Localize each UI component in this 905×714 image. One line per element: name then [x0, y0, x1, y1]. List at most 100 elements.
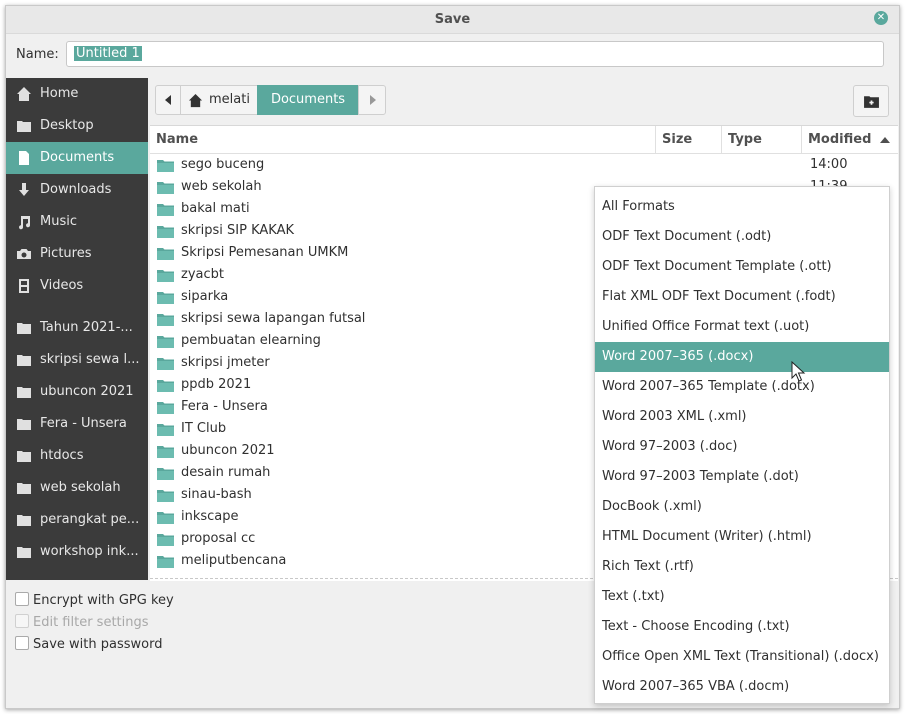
encrypt-gpg-checkbox[interactable]: Encrypt with GPG key	[15, 591, 174, 611]
folder-icon	[157, 336, 174, 348]
file-type-option[interactable]: Office Open XML Text (Transitional) (.do…	[595, 642, 889, 672]
sidebar-item-desktop[interactable]: Desktop	[6, 110, 148, 142]
window-title: Save	[434, 12, 471, 27]
file-type-option[interactable]: Unified Office Format text (.uot)	[595, 312, 889, 342]
file-type-option[interactable]: Rich Text (.rtf)	[595, 552, 889, 582]
sidebar-item-downloads[interactable]: Downloads	[6, 174, 148, 206]
sidebar-item-videos[interactable]: Videos	[6, 270, 148, 302]
file-name: pembuatan elearning	[181, 333, 321, 348]
sidebar-item-label: Downloads	[40, 182, 112, 197]
new-folder-button[interactable]	[853, 85, 889, 117]
folder-icon	[17, 323, 31, 334]
file-name: ubuncon 2021	[181, 443, 275, 458]
bookmark-label: skripsi sewa l...	[40, 352, 140, 367]
sidebar-item-label: Videos	[40, 278, 84, 293]
file-type-option[interactable]: Word 2007–365 VBA (.docm)	[595, 672, 889, 702]
bookmark-item[interactable]: ubuncon 2021	[6, 376, 148, 408]
sort-ascending-icon	[880, 137, 890, 143]
folder-icon	[157, 446, 174, 458]
file-type-option[interactable]: DocBook (.xml)	[595, 492, 889, 522]
bookmark-item[interactable]: workshop ink...	[6, 536, 148, 568]
folder-icon	[157, 292, 174, 304]
path-forward-button[interactable]	[358, 85, 386, 115]
download-icon	[19, 183, 29, 196]
file-type-option[interactable]: Word 97–2003 (.doc)	[595, 432, 889, 462]
filename-value: Untitled 1	[74, 46, 142, 61]
camera-icon	[17, 249, 31, 259]
bookmark-item[interactable]: skripsi sewa l...	[6, 344, 148, 376]
places-sidebar: Home Desktop Documents Downloads Music P…	[6, 78, 148, 580]
edit-filter-checkbox: Edit filter settings	[15, 613, 149, 633]
folder-icon	[157, 270, 174, 282]
file-type-option[interactable]: Text (.txt)	[595, 582, 889, 612]
file-row[interactable]: sego buceng 14:00	[150, 154, 898, 176]
file-name: Skripsi Pemesanan UMKM	[181, 245, 349, 260]
bookmark-item[interactable]: htdocs	[6, 440, 148, 472]
folder-icon	[17, 451, 31, 462]
bookmark-label: htdocs	[40, 448, 84, 463]
column-header-size[interactable]: Size	[656, 126, 722, 154]
file-name: IT Club	[181, 421, 227, 436]
checkbox-label: Encrypt with GPG key	[33, 593, 174, 608]
bookmark-item[interactable]: perangkat pe...	[6, 504, 148, 536]
sidebar-separator	[6, 302, 148, 312]
folder-icon	[157, 182, 174, 194]
file-name: ppdb 2021	[181, 377, 252, 392]
file-name: siparka	[181, 289, 229, 304]
folder-icon	[157, 534, 174, 546]
path-home-button[interactable]: melati	[180, 85, 258, 115]
file-type-option[interactable]: HTML Document (Writer) (.html)	[595, 522, 889, 552]
sidebar-item-documents[interactable]: Documents	[6, 142, 148, 174]
folder-icon	[157, 380, 174, 392]
path-current-button[interactable]: Documents	[257, 85, 359, 115]
sidebar-item-label: Music	[40, 214, 77, 229]
file-type-option[interactable]: Text - Choose Encoding (.txt)	[595, 612, 889, 642]
chevron-right-icon	[370, 95, 376, 105]
file-type-dropdown[interactable]: All Formats ODF Text Document (.odt) ODF T…	[594, 186, 890, 704]
column-header-type[interactable]: Type	[722, 126, 802, 154]
bookmark-item[interactable]: Fera - Unsera	[6, 408, 148, 440]
filename-input[interactable]: Untitled 1	[66, 41, 884, 67]
sidebar-item-music[interactable]: Music	[6, 206, 148, 238]
file-name: proposal cc	[181, 531, 256, 546]
file-name: inkscape	[181, 509, 239, 524]
folder-icon	[157, 160, 174, 172]
sidebar-item-label: Documents	[40, 150, 115, 165]
file-name: bakal mati	[181, 201, 250, 216]
file-name: skripsi SIP KAKAK	[181, 223, 294, 238]
sidebar-item-home[interactable]: Home	[6, 78, 148, 110]
sidebar-item-label: Home	[40, 86, 79, 101]
file-name: meliputbencana	[181, 553, 287, 568]
file-type-option[interactable]: Word 2007–365 Template (.dotx)	[595, 372, 889, 402]
sidebar-item-pictures[interactable]: Pictures	[6, 238, 148, 270]
file-type-option[interactable]: Flat XML ODF Text Document (.fodt)	[595, 282, 889, 312]
column-header-modified[interactable]: Modified	[802, 126, 898, 154]
save-with-password-checkbox[interactable]: Save with password	[15, 635, 162, 655]
checkbox-box	[15, 592, 29, 606]
folder-icon	[157, 314, 174, 326]
bookmark-label: web sekolah	[40, 480, 121, 495]
document-icon	[19, 151, 29, 165]
title-bar[interactable]: Save ✕	[6, 6, 899, 34]
bookmark-item[interactable]: web sekolah	[6, 472, 148, 504]
name-label: Name:	[16, 47, 59, 62]
file-type-option[interactable]: All Formats	[595, 192, 889, 222]
file-type-option[interactable]: ODF Text Document Template (.ott)	[595, 252, 889, 282]
bookmark-item[interactable]: Tahun 2021-...	[6, 312, 148, 344]
file-type-option[interactable]: ODF Text Document (.odt)	[595, 222, 889, 252]
folder-icon	[157, 248, 174, 260]
path-back-button[interactable]	[155, 85, 181, 115]
file-type-option[interactable]: Word 2003 XML (.xml)	[595, 402, 889, 432]
file-name: Fera - Unsera	[181, 399, 268, 414]
desktop-folder-icon	[17, 121, 31, 132]
folder-icon	[17, 547, 31, 558]
file-modified: 14:00	[810, 157, 848, 172]
folder-icon	[157, 490, 174, 502]
folder-icon	[157, 556, 174, 568]
file-type-option[interactable]: Word 2007–365 (.docx)	[595, 342, 889, 372]
close-button[interactable]: ✕	[874, 11, 888, 25]
folder-icon	[157, 402, 174, 414]
column-header-name[interactable]: Name	[150, 126, 656, 154]
folder-icon	[17, 483, 31, 494]
file-type-option[interactable]: Word 97–2003 Template (.dot)	[595, 462, 889, 492]
